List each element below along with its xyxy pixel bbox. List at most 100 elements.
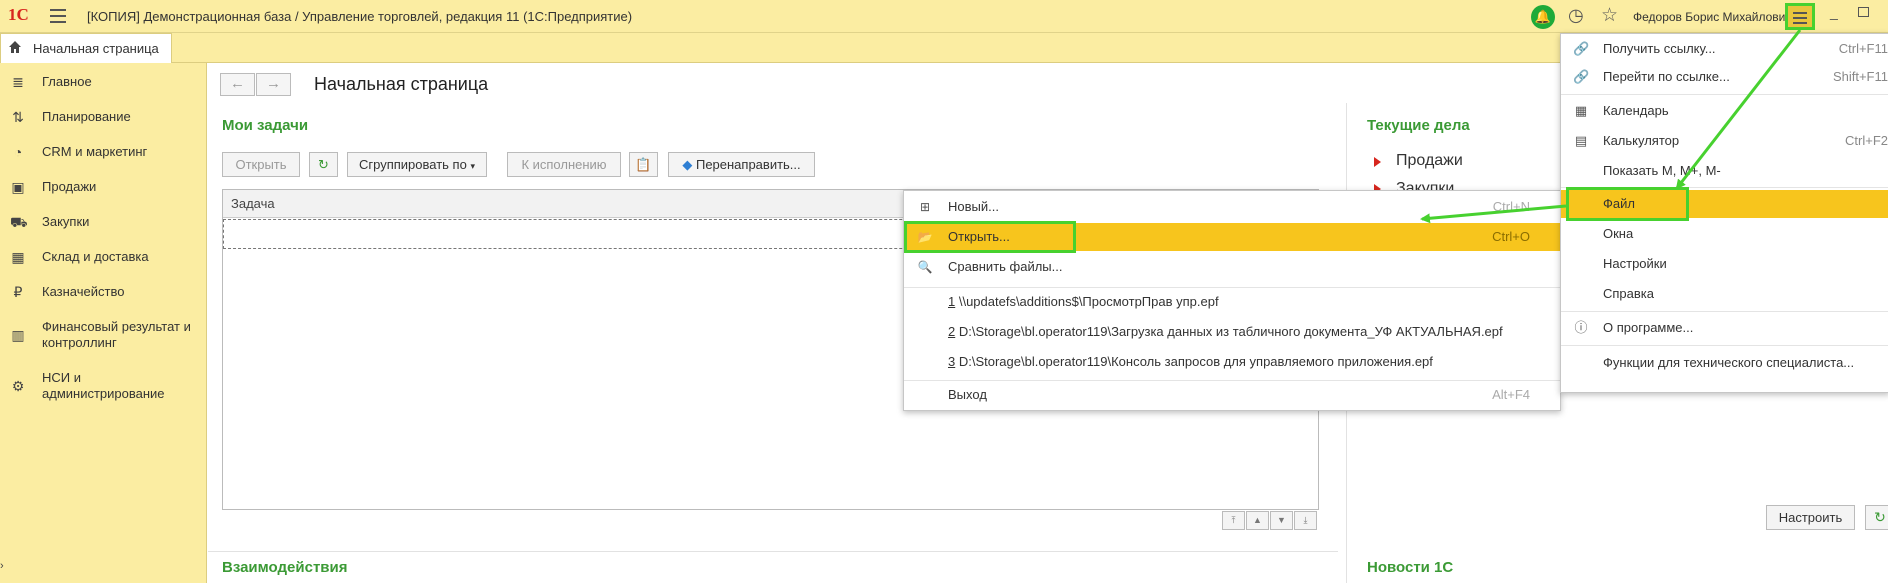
ruble-icon: ₽ [13,284,23,300]
expand-triangle-icon[interactable] [1374,157,1381,167]
sidebar-item-label: НСИ и администрирование [42,370,165,401]
menu-item-label: Калькулятор [1603,133,1680,148]
sidebar-item-admin[interactable]: ⚙ НСИ и администрирование [0,370,205,406]
redirect-button[interactable]: ◆ Перенаправить... [668,152,815,177]
calendar-icon: ▦ [1574,103,1588,118]
sidebar-item-sales[interactable]: ▣ Продажи [0,179,205,199]
history-icon[interactable]: ◷ [1568,5,1584,26]
sidebar-item-planning[interactable]: ⇅ Планирование [0,109,205,129]
new-file-icon: ⊞ [919,200,931,214]
menu-item-exit[interactable]: Выход Alt+F4 [904,381,1560,409]
menu-item-go-link[interactable]: 🔗 Перейти по ссылке... Shift+F11 [1561,63,1888,91]
refresh-icon[interactable]: ↻ [309,152,338,177]
sidebar-item-treasury[interactable]: ₽ Казначейство [0,284,205,304]
sidebar-item-label: Главное [42,74,92,89]
group-by-button[interactable]: Сгруппировать по ▾ [347,152,487,177]
pie-chart-icon: ◔ [13,144,23,160]
sidebar-item-purchases[interactable]: ⛟ Закупки [0,214,205,234]
to-execution-button[interactable]: К исполнению [507,152,621,177]
open-task-button[interactable]: Открыть [222,152,300,177]
page-title: Начальная страница [314,74,489,94]
tab-home-label: Начальная страница [33,41,159,56]
menu-item-compare[interactable]: 🔍 Сравнить файлы... [904,253,1560,281]
menu-shortcut: Ctrl+N [1492,199,1530,214]
menu-item-calculator[interactable]: ▤ Калькулятор Ctrl+F2 [1561,127,1888,155]
menu-shortcut: Shift+F11 [1832,69,1888,84]
sidebar-item-main[interactable]: ≣ Главное [0,74,205,94]
menu-item-label: Календарь [1603,103,1669,118]
menu-item-get-link[interactable]: 🔗 Получить ссылку... Ctrl+F11 [1561,35,1888,63]
menu-item-about[interactable]: ⓘ О программе... [1561,314,1888,342]
menu-item-label: 3 D:\Storage\bl.operator119\Консоль запр… [948,354,1433,369]
menu-item-show-m[interactable]: Показать М, М+, М- [1561,157,1888,185]
sidebar-item-label: Планирование [42,109,131,124]
menu-item-calendar[interactable]: ▦ Календарь [1561,97,1888,125]
menu-item-label: Справка [1603,286,1654,301]
menu-item-settings[interactable]: Настройки [1561,250,1888,278]
sidebar-collapse-icon[interactable]: › [0,560,4,572]
menu-item-recent-2[interactable]: 2 D:\Storage\bl.operator119\Загрузка дан… [904,318,1560,346]
refresh-icon[interactable]: ↻ [1865,505,1888,530]
sidebar-item-finance[interactable]: ▥ Финансовый результат и контроллинг [0,319,205,355]
menu-item-label: Получить ссылку... [1603,41,1716,56]
current-tasks-title[interactable]: Текущие дела [1367,117,1470,134]
sidebar-item-crm[interactable]: ◔ CRM и маркетинг [0,144,205,164]
main-menu-button[interactable] [1785,3,1815,30]
group-by-label: Сгруппировать по [359,157,467,172]
menu-shortcut: Alt+F4 [1492,387,1530,402]
cart-icon: ⛟ [10,214,28,230]
star-icon[interactable]: ☆ [1601,4,1618,27]
sidebar-item-label: Финансовый результат и контроллинг [42,319,191,350]
redirect-label: Перенаправить... [695,157,801,172]
menu-shortcut: Ctrl+F2 [1845,133,1888,148]
sidebar-item-warehouse[interactable]: ▦ Склад и доставка [0,249,205,269]
menu-item-label: О программе... [1603,320,1694,335]
scroll-up-icon[interactable]: ▲ [1246,511,1269,530]
grid-icon: ▦ [11,249,25,265]
scroll-top-icon[interactable]: ⤒ [1222,511,1245,530]
user-name[interactable]: Федоров Борис Михайлович [1633,10,1792,24]
restore-icon[interactable] [1858,7,1869,17]
sidebar-item-label: Продажи [42,179,97,194]
menu-item-windows[interactable]: Окна [1561,220,1888,248]
gear-icon: ⚙ [11,378,25,394]
section-divider [208,551,1338,552]
my-tasks-title[interactable]: Мои задачи [222,117,308,134]
menu-item-tech[interactable]: Функции для технического специалиста... [1561,349,1888,377]
recent-path: D:\Storage\bl.operator119\Консоль запрос… [955,354,1433,369]
menu-shortcut: Ctrl+F11 [1838,41,1888,56]
menu-item-label: 2 D:\Storage\bl.operator119\Загрузка дан… [948,324,1503,339]
tab-home[interactable]: Начальная страница [0,33,172,63]
highlight-box-open [904,221,1076,253]
menu-item-label: Настройки [1603,256,1667,271]
calculator-icon: ▤ [1574,133,1588,148]
scroll-bottom-icon[interactable]: ⤓ [1294,511,1317,530]
hamburger-icon[interactable] [50,9,66,23]
menu-item-label: 1 \\updatefs\additions$\ПросмотрПрав упр… [948,294,1219,309]
news-title[interactable]: Новости 1С [1367,559,1453,576]
clipboard-icon[interactable]: 📋 [629,152,658,177]
menu-item-label: Показать М, М+, М- [1603,163,1721,178]
setup-button[interactable]: Настроить [1766,505,1855,530]
forward-button[interactable]: → [256,73,291,96]
menu-item-recent-3[interactable]: 3 D:\Storage\bl.operator119\Консоль запр… [904,348,1560,376]
scroll-down-icon[interactable]: ▼ [1270,511,1293,530]
menu-separator [1561,345,1888,346]
column-task[interactable]: Задача [231,196,275,211]
minimize-icon[interactable]: _ [1830,4,1838,20]
1c-logo[interactable]: 1С [8,5,29,25]
menu-item-help[interactable]: Справка [1561,280,1888,308]
interactions-title[interactable]: Взаимодействия [222,559,348,576]
back-button[interactable]: ← [220,73,255,96]
bell-icon[interactable]: 🔔 [1531,5,1555,29]
home-icon [9,41,21,53]
recent-path: \\updatefs\additions$\ПросмотрПрав упр.e… [955,294,1219,309]
menu-item-new[interactable]: ⊞ Новый... Ctrl+N [904,193,1560,221]
current-sales[interactable]: Продажи [1396,152,1463,170]
menu-item-recent-1[interactable]: 1 \\updatefs\additions$\ПросмотрПрав упр… [904,288,1560,316]
list-icon: ≣ [12,74,24,90]
menu-item-label: Выход [948,387,987,402]
menu-separator [1561,311,1888,312]
info-icon: ⓘ [1574,320,1588,335]
menu-shortcut: Ctrl+O [1492,229,1530,244]
